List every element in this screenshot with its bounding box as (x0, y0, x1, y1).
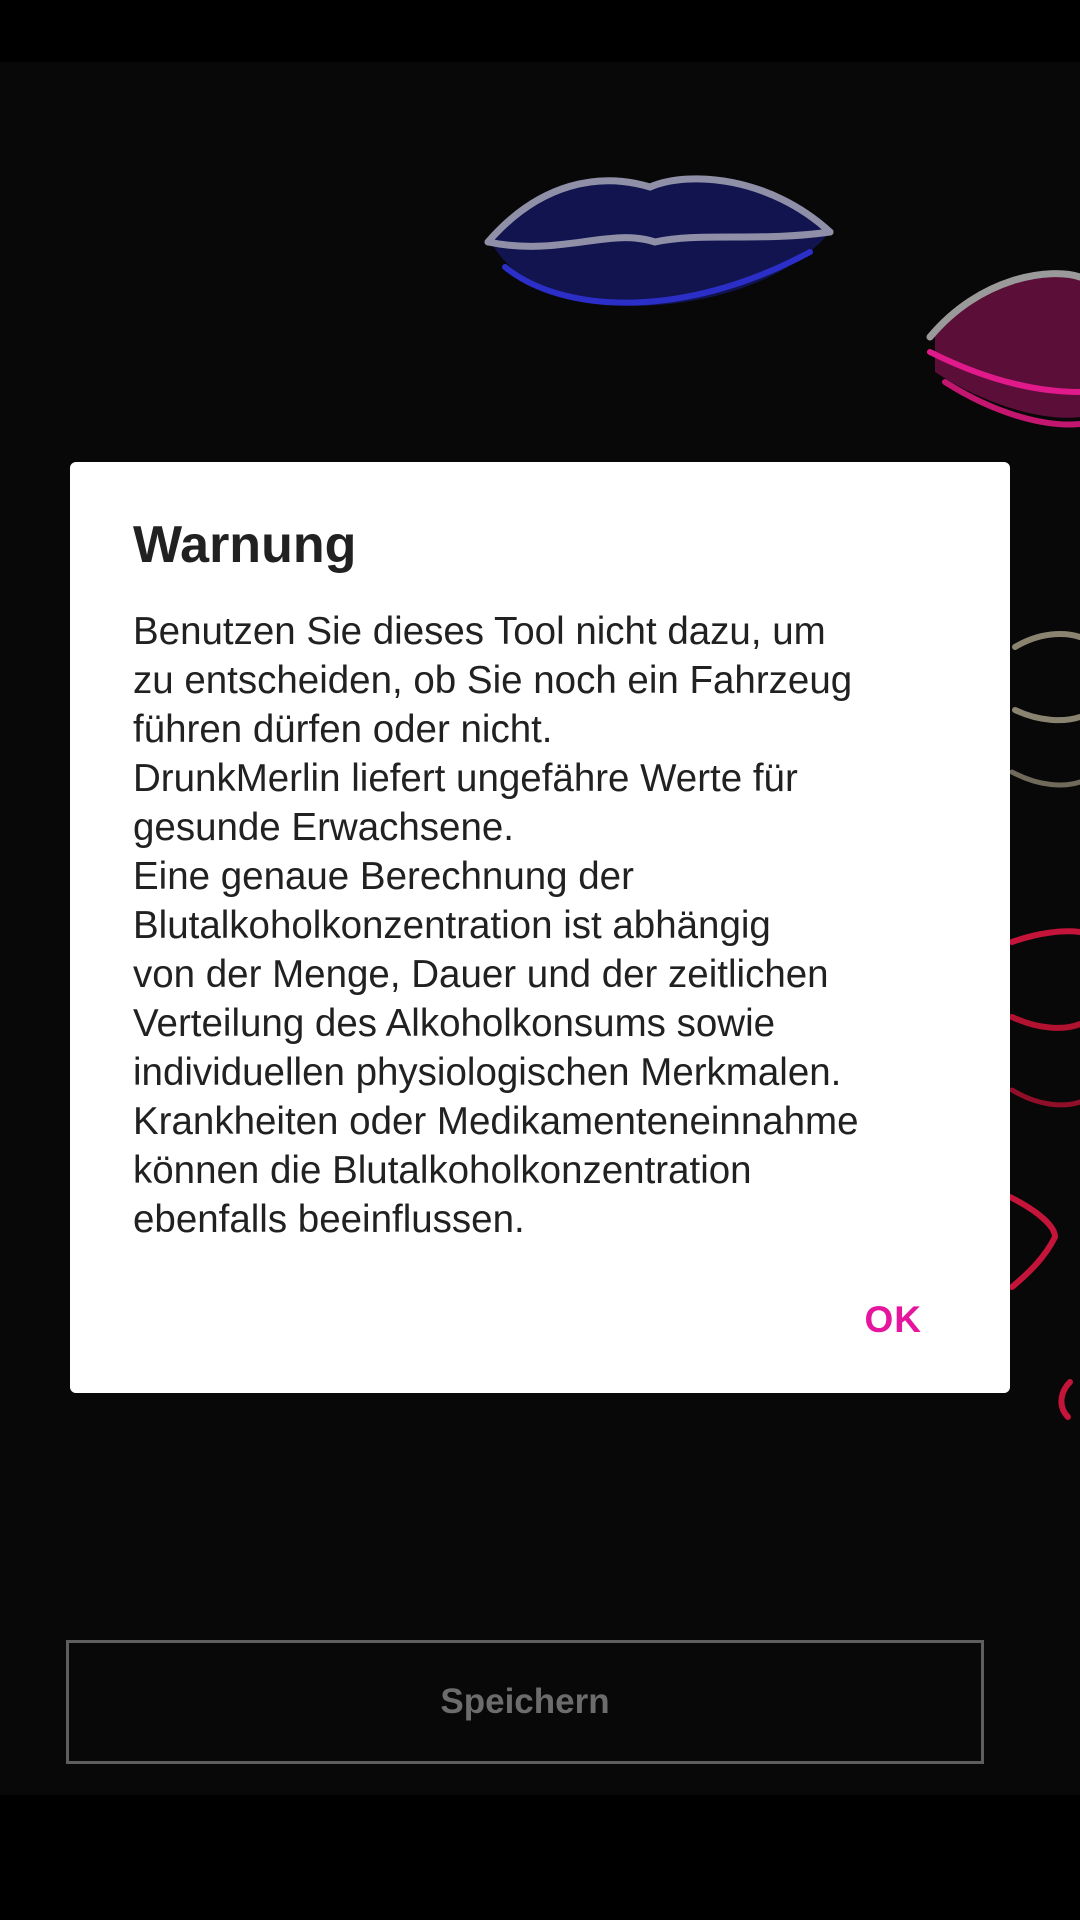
message-line: von der Menge, Dauer und der zeitlichen (133, 953, 829, 997)
ok-button[interactable]: OK (865, 1299, 923, 1341)
message-line: Verteilung des Alkoholkonsums sowie (133, 1002, 776, 1046)
dialog-title: Warnung (133, 516, 357, 574)
message-line: DrunkMerlin liefert ungefähre Werte für (133, 757, 798, 801)
message-line: ebenfalls beeinflussen. (133, 1198, 525, 1242)
message-line: Benutzen Sie dieses Tool nicht dazu, um (133, 610, 826, 654)
warning-dialog: Warnung Benutzen Sie dieses Tool nicht d… (70, 462, 1010, 1393)
message-line: können die Blutalkoholkonzentration (133, 1149, 752, 1193)
dialog-message: Benutzen Sie dieses Tool nicht dazu, um … (133, 607, 948, 1244)
message-line: Blutalkoholkonzentration ist abhängig (133, 904, 771, 948)
message-line: individuellen physiologischen Merkmalen. (133, 1051, 842, 1095)
message-line: Krankheiten oder Medikamenteneinnahme (133, 1100, 859, 1144)
message-line: zu entscheiden, ob Sie noch ein Fahrzeug (133, 659, 853, 703)
message-line: führen dürfen oder nicht. (133, 708, 553, 752)
message-line: Eine genaue Berechnung der (133, 855, 634, 899)
message-line: gesunde Erwachsene. (133, 806, 514, 850)
